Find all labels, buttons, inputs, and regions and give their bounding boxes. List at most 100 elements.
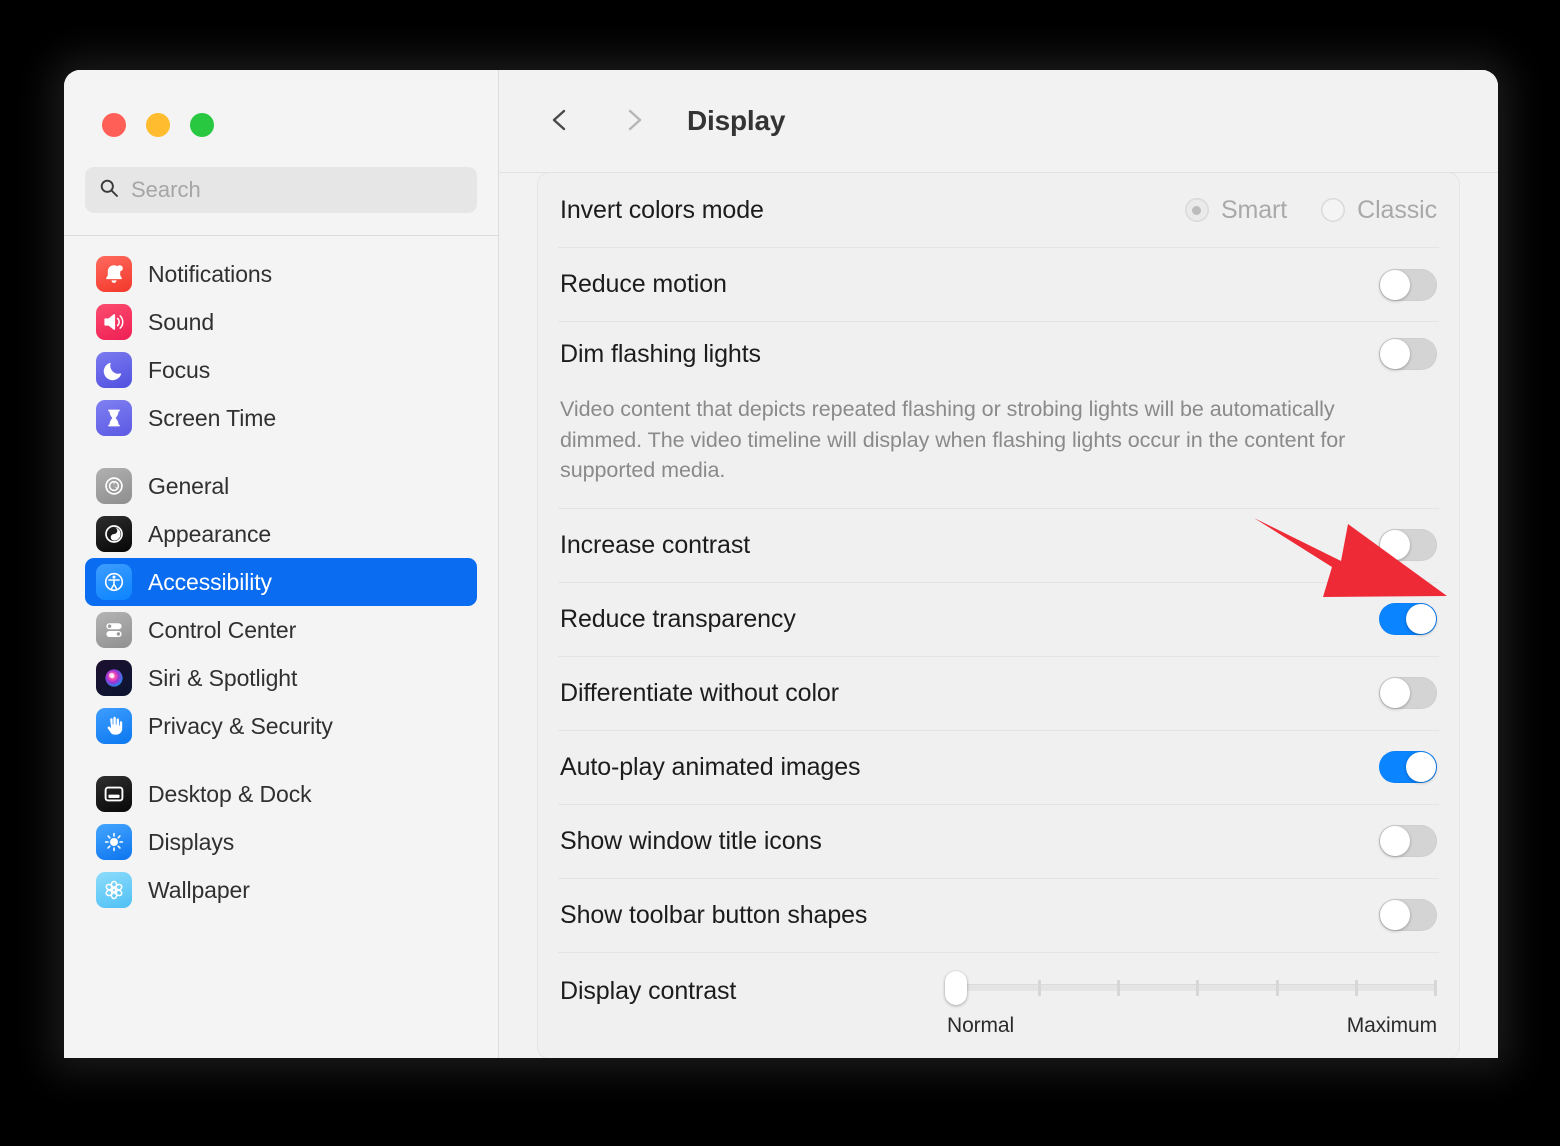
search-box[interactable] xyxy=(85,167,477,213)
differentiate-without-color-toggle[interactable] xyxy=(1379,677,1437,710)
row-label: Show window title icons xyxy=(560,826,822,855)
setting-row-differentiate-without-color: Differentiate without color xyxy=(558,655,1439,730)
bell-icon xyxy=(96,256,132,292)
sidebar-item-focus[interactable]: Focus xyxy=(85,346,477,394)
show-window-title-icons-toggle[interactable] xyxy=(1379,825,1437,858)
brightness-icon xyxy=(96,824,132,860)
sidebar-item-label: Focus xyxy=(148,356,211,383)
row-label: Invert colors mode xyxy=(560,195,764,224)
sidebar-item-label: Siri & Spotlight xyxy=(148,664,298,691)
hand-icon xyxy=(96,708,132,744)
row-description: Video content that depicts repeated flas… xyxy=(560,397,1346,483)
row-label: Display contrast xyxy=(560,976,737,1005)
sidebar-group-1: Notifications Sound Focus Screen Time xyxy=(85,250,477,442)
slider-min-label: Normal xyxy=(947,1013,1015,1037)
setting-row-show-window-title-icons: Show window title icons xyxy=(558,803,1439,878)
sidebar-item-control-center[interactable]: Control Center xyxy=(85,606,477,654)
sidebar-item-accessibility[interactable]: Accessibility xyxy=(85,558,477,606)
sidebar-item-displays[interactable]: Displays xyxy=(85,818,477,866)
radio-icon-selected xyxy=(1184,198,1209,222)
minimize-button[interactable] xyxy=(146,113,170,137)
control-center-icon xyxy=(96,612,132,648)
reduce-motion-toggle[interactable] xyxy=(1379,268,1437,301)
sidebar-item-privacy-security[interactable]: Privacy & Security xyxy=(85,702,477,750)
appearance-icon xyxy=(96,516,132,552)
setting-row-dim-flashing-lights: Dim flashing lights Video content that d… xyxy=(558,321,1439,508)
sidebar-item-screen-time[interactable]: Screen Time xyxy=(85,394,477,442)
search-icon xyxy=(99,178,119,203)
sidebar-group-2: General Appearance Accessibility Control… xyxy=(85,462,477,750)
auto-play-animated-images-toggle[interactable] xyxy=(1379,751,1437,784)
row-label: Show toolbar button shapes xyxy=(560,900,868,929)
siri-icon xyxy=(96,660,132,696)
system-settings-window: Notifications Sound Focus xyxy=(64,70,1498,1058)
sidebar-item-label: Desktop & Dock xyxy=(148,780,312,807)
sidebar-item-label: Displays xyxy=(148,828,235,855)
sidebar-item-label: Appearance xyxy=(148,520,272,547)
wallpaper-icon xyxy=(96,872,132,908)
slider-labels: Normal Maximum xyxy=(945,1014,1437,1038)
main-pane: Display Invert colors mode Smart Classic xyxy=(499,70,1498,1058)
invert-colors-mode-radio-group: Smart Classic xyxy=(1184,195,1437,225)
sidebar-item-sound[interactable]: Sound xyxy=(85,298,477,346)
row-label: Auto-play animated images xyxy=(560,752,861,781)
sidebar-item-desktop-dock[interactable]: Desktop & Dock xyxy=(85,770,477,818)
desktop-dock-icon xyxy=(96,776,132,812)
sidebar-group-3: Desktop & Dock Displays Wallpaper xyxy=(85,770,477,914)
search-input[interactable] xyxy=(131,177,463,203)
sidebar-item-label: Notifications xyxy=(148,260,272,287)
moon-icon xyxy=(96,352,132,388)
speaker-icon xyxy=(96,304,132,340)
back-button[interactable] xyxy=(537,98,583,144)
sidebar-item-label: General xyxy=(148,472,230,499)
radio-option-classic[interactable]: Classic xyxy=(1321,196,1437,225)
increase-contrast-toggle[interactable] xyxy=(1379,529,1437,562)
setting-row-increase-contrast: Increase contrast xyxy=(558,507,1439,582)
slider-max-label: Maximum xyxy=(1346,1013,1437,1037)
slider-rail xyxy=(959,984,1437,992)
sidebar-item-appearance[interactable]: Appearance xyxy=(85,510,477,558)
show-toolbar-button-shapes-toggle[interactable] xyxy=(1379,899,1437,932)
slider-thumb[interactable] xyxy=(945,970,967,1005)
zoom-button[interactable] xyxy=(190,113,214,137)
sidebar-item-label: Control Center xyxy=(148,616,297,643)
sidebar-item-label: Screen Time xyxy=(148,404,277,431)
radio-option-smart[interactable]: Smart xyxy=(1184,195,1288,225)
chevron-right-icon xyxy=(621,105,647,138)
close-button[interactable] xyxy=(102,113,126,137)
sidebar-item-label: Wallpaper xyxy=(148,876,250,903)
row-label: Dim flashing lights xyxy=(560,339,761,368)
settings-card: Invert colors mode Smart Classic Reduce … xyxy=(537,173,1460,1058)
forward-button[interactable] xyxy=(611,98,657,144)
sidebar-item-label: Sound xyxy=(148,308,215,335)
row-label: Reduce motion xyxy=(560,270,727,298)
toolbar: Display xyxy=(499,70,1498,173)
accessibility-icon xyxy=(96,564,132,600)
slider-track[interactable] xyxy=(945,970,1437,1005)
display-contrast-slider[interactable]: Normal Maximum xyxy=(945,969,1437,1038)
sidebar-item-notifications[interactable]: Notifications xyxy=(85,250,477,298)
chevron-left-icon xyxy=(547,105,573,138)
settings-scroll-area[interactable]: Invert colors mode Smart Classic Reduce … xyxy=(499,173,1498,1058)
reduce-transparency-toggle[interactable] xyxy=(1379,603,1437,636)
dim-flashing-lights-toggle[interactable] xyxy=(1379,338,1437,370)
setting-row-reduce-motion: Reduce motion xyxy=(558,247,1439,321)
setting-row-show-toolbar-button-shapes: Show toolbar button shapes xyxy=(558,877,1439,952)
radio-label: Smart xyxy=(1220,195,1288,224)
setting-row-auto-play-animated-images: Auto-play animated images xyxy=(558,729,1439,804)
page-title: Display xyxy=(687,105,786,136)
row-label: Differentiate without color xyxy=(560,678,839,707)
hourglass-icon xyxy=(96,400,132,436)
row-label: Increase contrast xyxy=(560,530,751,559)
sidebar-item-wallpaper[interactable]: Wallpaper xyxy=(85,866,477,914)
row-label: Reduce transparency xyxy=(560,604,796,633)
traffic-lights xyxy=(64,70,498,137)
sidebar-item-label: Accessibility xyxy=(148,568,272,595)
sidebar-item-siri-spotlight[interactable]: Siri & Spotlight xyxy=(85,654,477,702)
sidebar-item-label: Privacy & Security xyxy=(148,712,333,739)
sidebar-item-general[interactable]: General xyxy=(85,462,477,510)
sidebar: Notifications Sound Focus xyxy=(64,70,499,1058)
setting-row-display-contrast: Display contrast Normal Maximum xyxy=(558,951,1439,1058)
gear-icon xyxy=(96,468,132,504)
setting-row-reduce-transparency: Reduce transparency xyxy=(558,581,1439,656)
